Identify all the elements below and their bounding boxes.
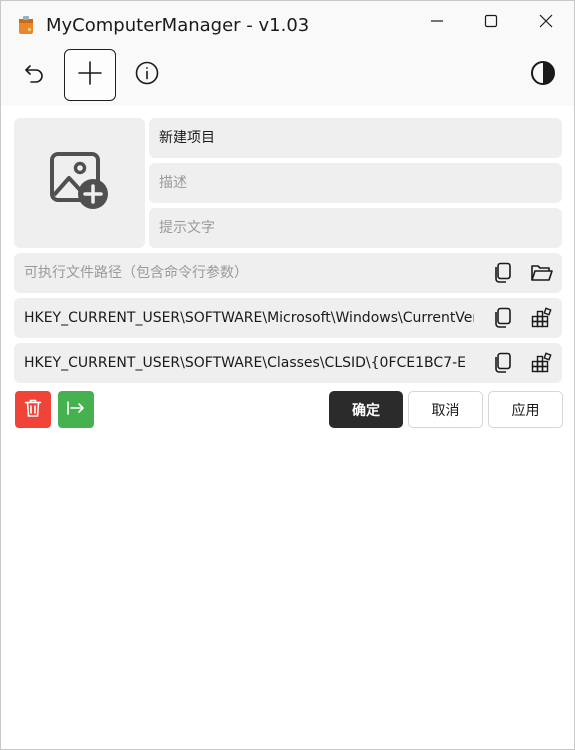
app-logo-icon	[16, 15, 36, 35]
toolbar	[1, 49, 574, 106]
maximize-icon	[483, 13, 499, 29]
tip-field[interactable]: 提示文字	[149, 208, 562, 248]
minimize-icon	[429, 13, 445, 29]
folder-open-icon[interactable]	[530, 261, 554, 285]
registry-path-field-1[interactable]: HKEY_CURRENT_USER\SOFTWARE\Microsoft\Win…	[14, 298, 562, 338]
undo-button[interactable]	[14, 54, 54, 96]
registry-path-2-value: HKEY_CURRENT_USER\SOFTWARE\Classes\CLSID…	[24, 355, 466, 371]
theme-toggle-icon	[530, 60, 556, 90]
close-button[interactable]	[519, 1, 573, 41]
undo-icon	[22, 61, 46, 89]
name-field-value: 新建项目	[159, 130, 215, 146]
registry-path-1-value: HKEY_CURRENT_USER\SOFTWARE\Microsoft\Win…	[24, 310, 474, 326]
close-icon	[538, 13, 554, 29]
registry-icon[interactable]	[530, 306, 554, 330]
ok-button[interactable]: 确定	[329, 391, 403, 428]
description-field[interactable]: 描述	[149, 163, 562, 203]
executable-path-field[interactable]: 可执行文件路径（包含命令行参数）	[14, 253, 562, 293]
copy-icon[interactable]	[491, 351, 515, 375]
description-field-placeholder: 描述	[159, 175, 187, 191]
info-button[interactable]	[126, 54, 168, 96]
delete-button[interactable]	[15, 391, 51, 428]
executable-path-placeholder: 可执行文件路径（包含命令行参数）	[24, 265, 248, 281]
add-image-icon	[49, 151, 111, 215]
window-title: MyComputerManager - v1.03	[46, 15, 310, 36]
registry-path-field-2[interactable]: HKEY_CURRENT_USER\SOFTWARE\Classes\CLSID…	[14, 343, 562, 383]
title-bar: MyComputerManager - v1.03	[1, 1, 574, 49]
add-icon	[77, 60, 103, 90]
info-icon	[135, 61, 159, 89]
copy-icon[interactable]	[491, 261, 515, 285]
app-window: MyComputerManager - v1.03 新建项目 描述 提示文字 可…	[0, 0, 575, 750]
minimize-button[interactable]	[410, 1, 464, 41]
theme-toggle-button[interactable]	[522, 54, 564, 96]
image-picker[interactable]	[14, 118, 145, 248]
export-button[interactable]	[58, 391, 94, 428]
export-arrow-icon	[66, 400, 86, 420]
maximize-button[interactable]	[464, 1, 518, 41]
registry-icon[interactable]	[530, 351, 554, 375]
cancel-button[interactable]: 取消	[408, 391, 483, 428]
name-field[interactable]: 新建项目	[149, 118, 562, 158]
tip-field-placeholder: 提示文字	[159, 220, 215, 236]
trash-icon	[24, 398, 42, 422]
apply-button[interactable]: 应用	[488, 391, 563, 428]
copy-icon[interactable]	[491, 306, 515, 330]
add-item-button[interactable]	[64, 49, 116, 101]
